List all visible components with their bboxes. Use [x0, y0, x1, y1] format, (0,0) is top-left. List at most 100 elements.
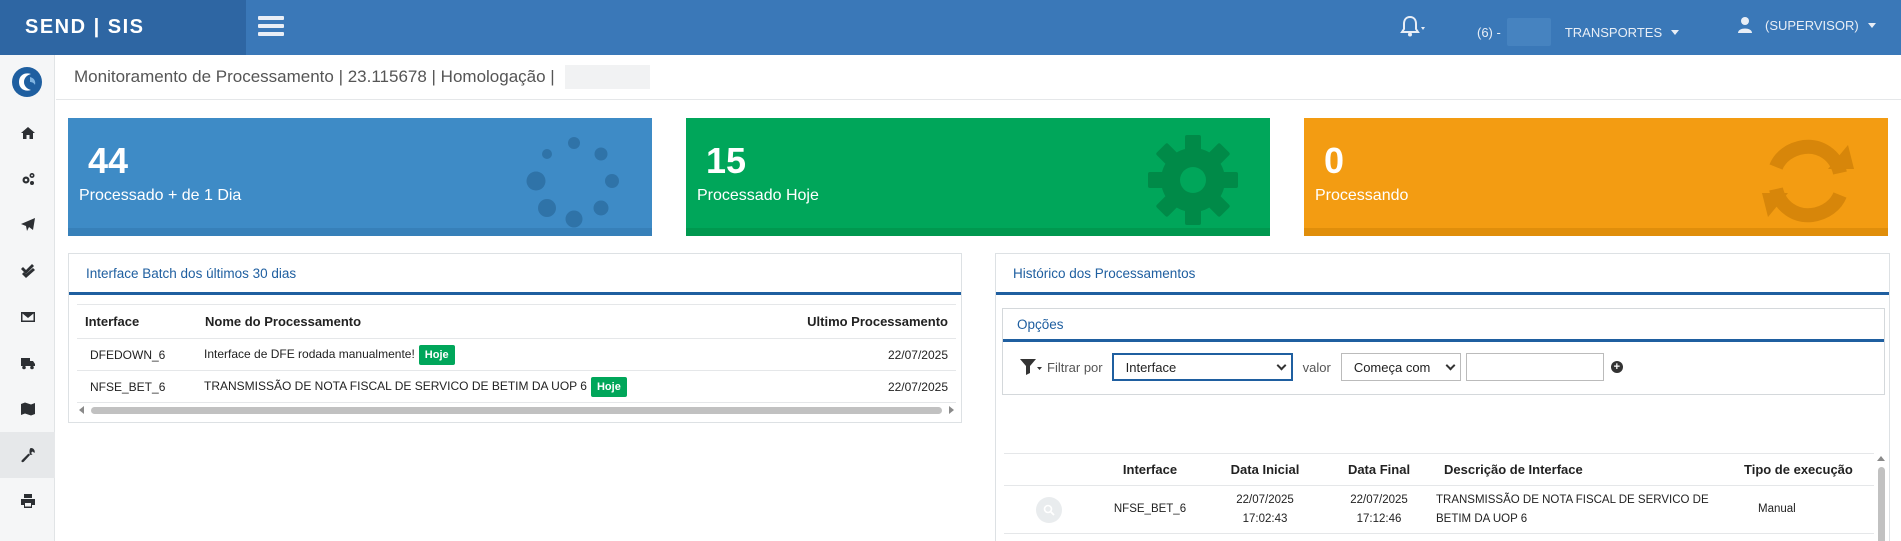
card-footer: [68, 228, 652, 236]
table-row[interactable]: NFSE_BET_6 22/07/2025 17:02:43 22/07/2025…: [1004, 485, 1874, 534]
condition-select[interactable]: Começa com: [1340, 353, 1461, 381]
sidebar-item-settings[interactable]: [0, 156, 55, 202]
cell-interface: NFSE_BET_6: [77, 370, 197, 403]
view-details-search-icon[interactable]: [1036, 496, 1062, 523]
redacted-environment: [564, 65, 650, 89]
cell-process-name: Interface de DFE rodada manualmente! Hoje: [197, 338, 756, 371]
check-double-icon: [20, 264, 35, 278]
add-filter-icon[interactable]: +: [1610, 361, 1623, 373]
horizontal-scrollbar[interactable]: [77, 404, 956, 416]
gear-icon: [1146, 133, 1240, 231]
table-row[interactable]: NFSE_BET_6 TRANSMISSÃO DE NOTA FISCAL DE…: [77, 370, 956, 403]
card-label: Processado Hoje: [697, 187, 819, 204]
filter-field-value: Interface: [1125, 359, 1177, 375]
card-value: 15: [706, 140, 747, 181]
column-header-process-name[interactable]: Nome do Processamento: [197, 304, 756, 339]
cell-last-processing: 22/07/2025: [756, 338, 956, 371]
column-header-interface[interactable]: Interface: [1094, 453, 1206, 486]
sidebar-item-print[interactable]: [0, 478, 55, 524]
card-processed-older[interactable]: 44 Processado + de 1 Dia: [68, 118, 652, 236]
condition-value: Começa com: [1353, 359, 1431, 375]
table-row[interactable]: DFEDOWN_6 Interface de DFE rodada manual…: [77, 338, 956, 371]
app-logo-icon[interactable]: [10, 65, 44, 99]
notifications-bell-icon[interactable]: [1400, 14, 1430, 40]
chevron-down-icon: [1276, 360, 1287, 370]
page-header: Monitoramento de Processamento | 23.1156…: [56, 55, 1901, 100]
scroll-left-icon[interactable]: [79, 406, 84, 414]
card-value: 44: [88, 140, 129, 181]
card-footer: [686, 228, 1270, 236]
cell-process-name: TRANSMISSÃO DE NOTA FISCAL DE SERVICO DE…: [197, 370, 756, 403]
filter-row: Filtrar por Interface valor Começa com +: [1019, 353, 1623, 381]
column-header-execution-type[interactable]: Tipo de execução: [1744, 453, 1874, 486]
spinner-icon: [526, 133, 622, 233]
scroll-right-icon[interactable]: [949, 406, 954, 414]
sidebar-item-home[interactable]: [0, 110, 55, 156]
wrench-icon: [20, 448, 35, 463]
today-badge[interactable]: Hoje: [590, 376, 627, 397]
truck-icon: [20, 358, 35, 370]
column-header-description[interactable]: Descrição de Interface: [1434, 453, 1744, 486]
menu-toggle-icon[interactable]: [258, 16, 284, 36]
cell-description: TRANSMISSÃO DE NOTA FISCAL DE SERVICO DE…: [1434, 485, 1744, 534]
card-value: 0: [1324, 140, 1345, 181]
sidebar-item-transport[interactable]: [0, 340, 55, 386]
chevron-down-icon: [1867, 22, 1876, 28]
column-header-last-processing[interactable]: Ultimo Processamento: [756, 304, 956, 339]
today-badge[interactable]: Hoje: [418, 344, 455, 365]
processing-history-panel: Histórico dos Processamentos Opções Filt…: [995, 253, 1890, 541]
history-table: Interface Data Inicial Data Final Descri…: [1004, 453, 1874, 534]
column-header-actions: [1004, 453, 1094, 486]
brand-logo[interactable]: SEND | SIS: [0, 0, 246, 55]
column-header-end-date[interactable]: Data Final: [1324, 453, 1434, 486]
vertical-scrollbar[interactable]: [1875, 453, 1887, 541]
options-title: Opções: [1003, 309, 1884, 342]
options-box: Opções Filtrar por Interface valor Começ…: [1002, 308, 1885, 395]
sidebar: [0, 55, 55, 541]
tenant-dropdown[interactable]: (6) - TRANSPORTES: [1477, 18, 1680, 46]
start-time: 17:02:43: [1242, 512, 1288, 525]
cell-end: 22/07/2025 17:12:46: [1324, 485, 1434, 534]
end-time: 17:12:46: [1356, 512, 1402, 525]
value-label: valor: [1302, 359, 1331, 375]
card-label: Processado + de 1 Dia: [79, 187, 242, 204]
process-name-text: Interface de DFE rodada manualmente!: [204, 346, 415, 361]
batch-interface-panel: Interface Batch dos últimos 30 dias Inte…: [68, 253, 962, 423]
refresh-icon: [1758, 133, 1858, 233]
user-name: (SUPERVISOR): [1765, 17, 1859, 33]
cogs-icon: [22, 173, 34, 185]
column-header-start-date[interactable]: Data Inicial: [1206, 453, 1324, 486]
home-icon: [20, 127, 35, 139]
scrollbar-thumb[interactable]: [1878, 467, 1885, 541]
column-header-interface[interactable]: Interface: [77, 304, 197, 339]
start-date: 22/07/2025: [1236, 493, 1294, 506]
sidebar-item-mail[interactable]: [0, 294, 55, 340]
scroll-up-icon[interactable]: [1877, 456, 1885, 461]
process-name-text: TRANSMISSÃO DE NOTA FISCAL DE SERVICO DE…: [204, 378, 587, 393]
cell-actions: [1004, 485, 1094, 534]
sidebar-item-tools[interactable]: [0, 432, 55, 478]
filter-label: Filtrar por: [1047, 359, 1103, 375]
tenant-prefix: (6) -: [1477, 24, 1501, 40]
page-title: Monitoramento de Processamento | 23.1156…: [74, 67, 555, 86]
paper-plane-icon: [20, 218, 35, 231]
print-icon: [20, 494, 35, 508]
filter-value-input[interactable]: [1465, 353, 1604, 381]
card-label: Processando: [1315, 187, 1409, 204]
filter-field-select[interactable]: Interface: [1111, 353, 1293, 381]
envelope-icon: [20, 312, 35, 322]
end-date: 22/07/2025: [1350, 493, 1408, 506]
card-processed-today[interactable]: 15 Processado Hoje: [686, 118, 1270, 236]
cell-last-processing: 22/07/2025: [756, 370, 956, 403]
card-processing[interactable]: 0 Processando: [1304, 118, 1888, 236]
cell-interface: NFSE_BET_6: [1094, 485, 1206, 534]
sidebar-item-send[interactable]: [0, 202, 55, 248]
scrollbar-thumb[interactable]: [91, 407, 942, 414]
sidebar-item-map[interactable]: [0, 386, 55, 432]
filter-funnel-icon[interactable]: [1019, 356, 1047, 378]
user-menu[interactable]: (SUPERVISOR): [1737, 16, 1876, 34]
sidebar-item-checks[interactable]: [0, 248, 55, 294]
card-footer: [1304, 228, 1888, 236]
chevron-down-icon: [1671, 29, 1680, 35]
user-icon: [1738, 17, 1752, 33]
